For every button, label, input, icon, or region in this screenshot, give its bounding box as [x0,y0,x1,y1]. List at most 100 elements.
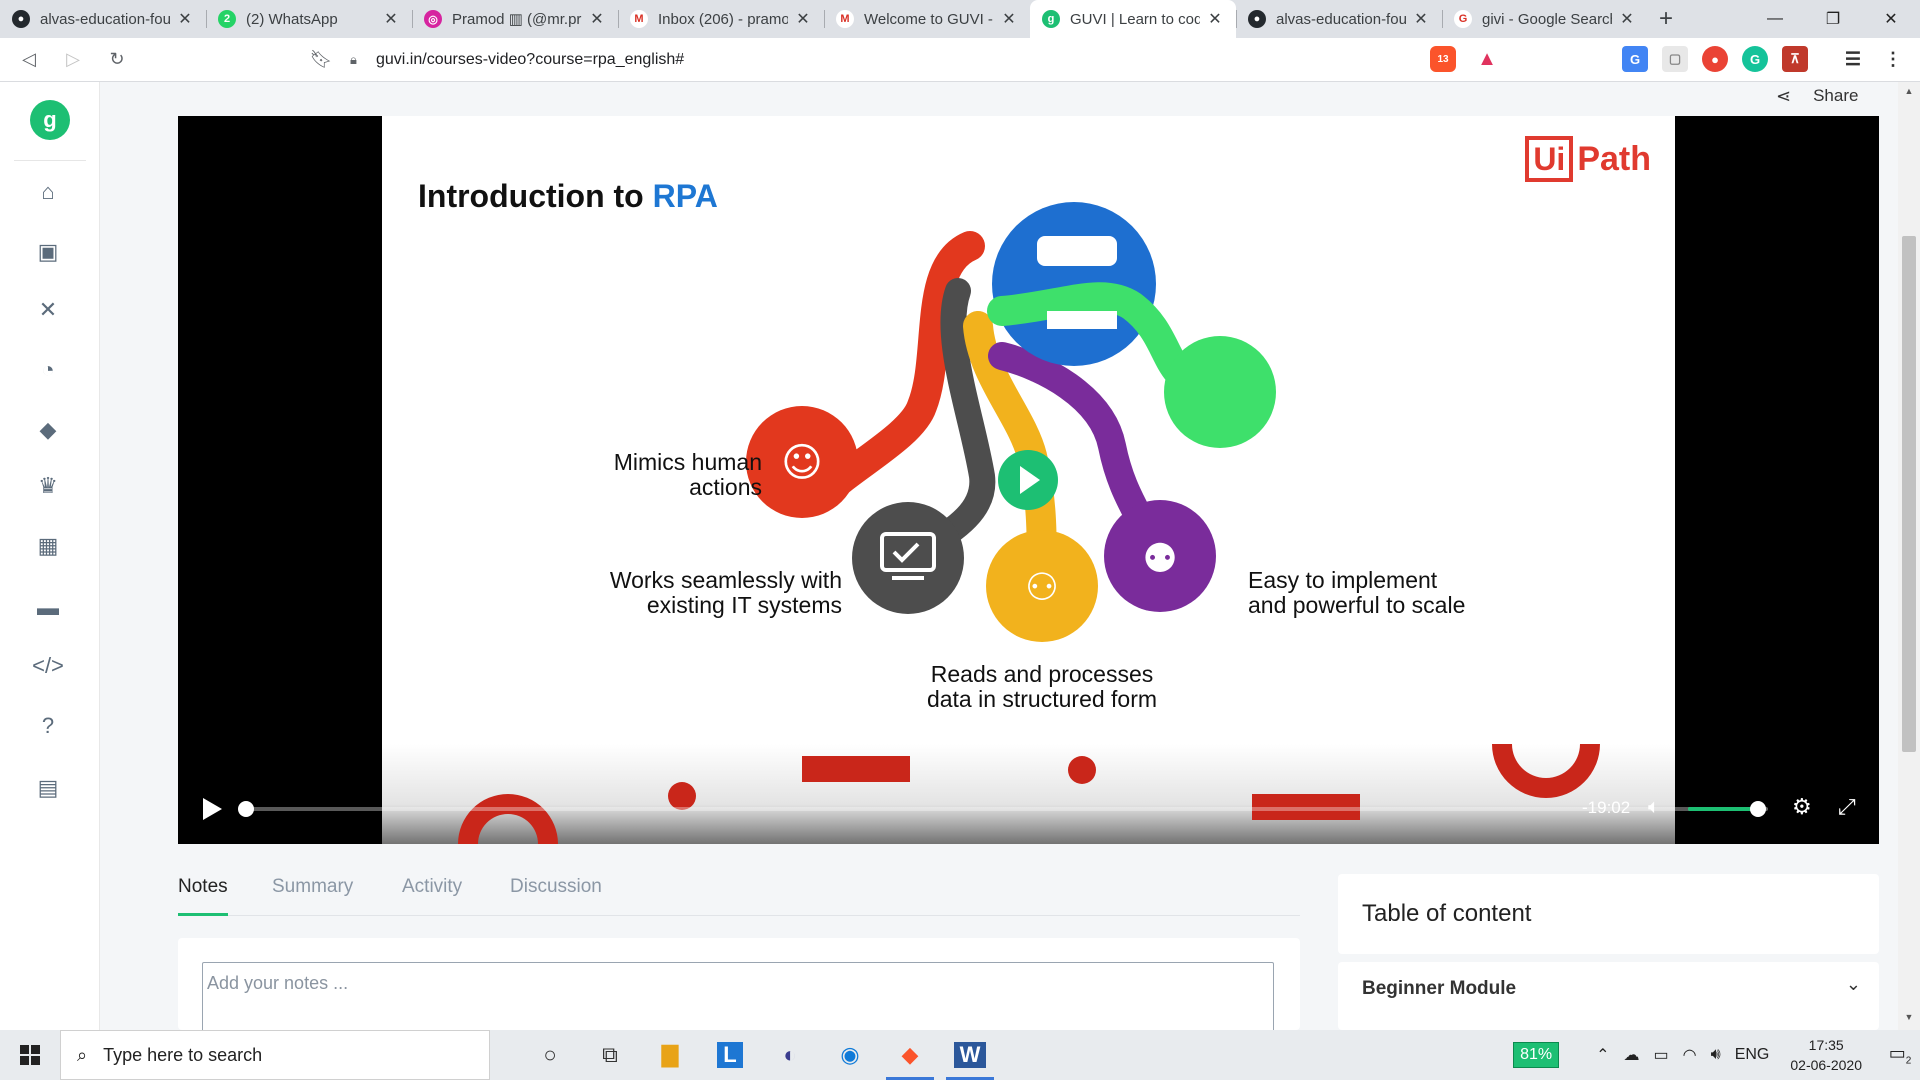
tab-activity[interactable]: Activity [402,876,462,916]
cortana-icon[interactable]: ○ [520,1030,580,1080]
tab-notes[interactable]: Notes [178,876,228,916]
chevron-down-icon[interactable]: ⌄ [1846,974,1861,995]
tab-close-icon[interactable]: ✕ [1206,9,1224,29]
browser-tab[interactable]: ◎ Pramod ▥ (@mr.pra ✕ [412,0,618,38]
sidebar-divider [14,160,86,161]
code-icon[interactable]: </> [30,648,66,684]
videos-icon[interactable]: ▣ [30,234,66,270]
caption-easy: Easy to implement and powerful to scale [1248,568,1548,618]
file-explorer-icon[interactable]: ▇ [640,1030,700,1080]
extension-icon[interactable]: ▢ [1662,46,1688,72]
translate-icon[interactable]: G [1622,46,1648,72]
restore-button[interactable]: ❐ [1804,0,1862,38]
battery-meter[interactable]: 81% [1513,1042,1560,1068]
windows-logo-icon [20,1045,40,1065]
notes-card [178,938,1300,1032]
crown-icon[interactable]: ♛ [30,468,66,504]
tab-close-icon[interactable]: ✕ [382,9,400,29]
tab-close-icon[interactable]: ✕ [794,9,812,29]
menu-icon[interactable]: ⋮ [1880,46,1906,72]
video-player[interactable]: Introduction to RPA Ui Path ☺ ⚇ ⚉ Mimics… [178,116,1879,844]
caption-works-line1: Works seamlessly with [609,567,842,593]
seek-knob[interactable] [238,801,254,817]
notes-input[interactable] [202,962,1274,1032]
adblock-icon[interactable]: ● [1702,46,1728,72]
browser-tab[interactable]: M Welcome to GUVI - g ✕ [824,0,1030,38]
chevron-up-icon[interactable]: ⌃ [1596,1045,1609,1065]
tab-close-icon[interactable]: ✕ [1412,9,1430,29]
taskbar-search[interactable]: ⌕ Type here to search [60,1030,490,1080]
caption-reads: Reads and processes data in structured f… [902,662,1182,712]
caption-works-line2: existing IT systems [646,592,842,618]
taskbar-clock[interactable]: 17:35 02-06-2020 [1790,1035,1862,1075]
onedrive-icon[interactable]: ☁ [1624,1045,1640,1065]
home-icon[interactable]: ⌂ [30,174,66,210]
toc-module-label[interactable]: Beginner Module [1362,978,1516,1000]
tab-favicon-icon: G [1454,10,1472,28]
media-icon[interactable]: ☰ [1840,46,1866,72]
url-text: guvi.in/courses-video?course=rpa_english… [376,51,685,68]
tag-icon[interactable]: ◆ [30,412,66,448]
edge-icon[interactable]: ◉ [820,1030,880,1080]
close-window-button[interactable]: ✕ [1862,0,1920,38]
browser-tab[interactable]: g GUVI | Learn to code ✕ [1030,0,1236,38]
player-controls: -19:02 🔈︎ ⚙ ⤢ [178,774,1879,844]
tab-close-icon[interactable]: ✕ [1618,9,1636,29]
volume-icon[interactable]: 🔈︎ [1648,796,1660,819]
tab-close-icon[interactable]: ✕ [176,9,194,29]
eclipse-icon[interactable]: ◐ [760,1030,820,1080]
word-icon[interactable]: W [940,1030,1000,1080]
browser-tab[interactable]: ● alvas-education-fou ✕ [1236,0,1442,38]
pdf-icon[interactable]: ⊼ [1782,46,1808,72]
fullscreen-icon[interactable]: ⤢ [1838,794,1856,820]
caption-reads-line2: data in structured form [926,686,1158,712]
grammarly-icon[interactable]: G [1742,46,1768,72]
browser-tab[interactable]: 2 (2) WhatsApp ✕ [206,0,412,38]
back-icon[interactable]: ◁ [10,42,48,78]
volume-knob[interactable] [1750,801,1766,817]
brave-shield-icon[interactable]: 13 [1430,46,1456,72]
browser-tab-title: Pramod ▥ (@mr.pra [452,11,582,28]
bookmark-icon[interactable]: 🔖︎ [302,42,340,78]
forward-icon[interactable]: ▷ [54,42,92,78]
address-bar[interactable]: 🔒︎ guvi.in/courses-video?course=rpa_engl… [350,43,1474,77]
battery-icon[interactable]: ▭ [1654,1045,1669,1065]
ui-icon[interactable]: ◔ [30,352,66,388]
settings-gear-icon[interactable]: ⚙ [1792,794,1812,820]
reload-icon[interactable]: ↻ [98,42,136,78]
browser-tab[interactable]: ● alvas-education-foun ✕ [0,0,206,38]
brave-rewards-icon[interactable]: ▲ [1474,46,1500,72]
language-indicator[interactable]: ENG [1735,1046,1770,1064]
l-app-icon[interactable]: L [700,1030,760,1080]
chat-icon[interactable]: ▤ [30,770,66,806]
guvi-logo[interactable]: g [30,100,70,140]
briefcase-icon[interactable]: ▬ [30,590,66,626]
tab-favicon-icon: g [1042,10,1060,28]
seek-bar[interactable] [242,807,1762,811]
browser-tab-strip: ● alvas-education-foun ✕ 2 (2) WhatsApp ✕ ◎ Pra… [0,0,1920,38]
shapes-icon[interactable]: ✕ [30,292,66,328]
browser-tab[interactable]: M Inbox (206) - pramo ✕ [618,0,824,38]
task-view-icon[interactable]: ⧉ [580,1030,640,1080]
notification-icon[interactable]: ▭2 [1880,1043,1920,1067]
scroll-thumb[interactable] [1902,236,1916,752]
help-icon[interactable]: ? [30,708,66,744]
browser-tab-title: alvas-education-fou [1276,10,1406,28]
scroll-up-icon[interactable]: ▲ [1898,86,1920,102]
wifi-icon[interactable]: ◠ [1683,1045,1697,1065]
brave-icon[interactable]: ◆ [880,1030,940,1080]
speaker-icon[interactable]: 🔊︎ [1711,1046,1721,1064]
gift-icon[interactable]: ▦ [30,528,66,564]
lock-icon: 🔒︎ [350,52,357,67]
tab-close-icon[interactable]: ✕ [588,9,606,29]
tab-summary[interactable]: Summary [272,876,353,916]
share-button[interactable]: ⋖ Share [1776,84,1858,108]
scroll-down-icon[interactable]: ▼ [1898,1012,1920,1028]
minimize-button[interactable]: — [1746,0,1804,38]
windows-start-button[interactable] [0,1030,60,1080]
tab-close-icon[interactable]: ✕ [1000,9,1018,29]
browser-tab[interactable]: Ggivi - Google Search ✕ [1442,0,1648,38]
tab-discussion[interactable]: Discussion [510,876,602,916]
new-tab-button[interactable]: + [1648,0,1684,38]
play-icon[interactable] [200,796,224,822]
